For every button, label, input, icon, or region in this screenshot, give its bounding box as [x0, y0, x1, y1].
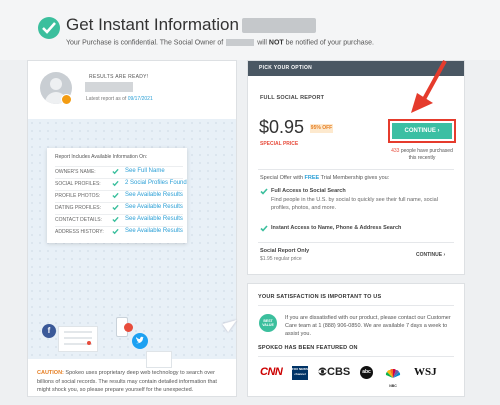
check-icon: [112, 180, 119, 187]
fox-news-logo: FOX NEWS channel: [292, 366, 308, 380]
wsj-logo: WSJ: [414, 366, 437, 378]
lock-icon: [61, 94, 72, 105]
alt-continue-link[interactable]: CONTINUE ›: [416, 252, 445, 258]
report-row-value[interactable]: See Available Results: [125, 192, 183, 198]
check-icon: [112, 204, 119, 211]
redacted-profile-name: [85, 82, 133, 92]
plan-price: $0.95: [259, 117, 305, 137]
redacted-owner: [226, 39, 255, 46]
alt-plan-name: Social Report Only: [260, 248, 310, 254]
purchase-count: 433 people have purchased this recently: [391, 148, 453, 161]
report-row-label: PROFILE PHOTOS:: [55, 193, 101, 199]
report-row-value[interactable]: See Available Results: [125, 204, 183, 210]
document-icon: [58, 326, 98, 352]
results-ready-label: RESULTS ARE READY!: [89, 74, 149, 80]
report-row-label: OWNER'S NAME:: [55, 169, 96, 175]
report-date: Latest report as of 09/17/2021: [86, 96, 153, 102]
check-icon: [112, 228, 119, 235]
discount-badge: 95% OFF: [310, 124, 333, 133]
page-title: Get Instant Information on: [66, 15, 263, 34]
report-row: DATING PROFILES: See Available Results: [55, 202, 183, 211]
featured-title: SPOKEO HAS BEEN FEATURED ON: [258, 345, 358, 351]
pricing-card: PICK YOUR OPTION FULL SOCIAL REPORT $0.9…: [247, 60, 465, 275]
results-card: RESULTS ARE READY! Latest report as of 0…: [27, 60, 240, 397]
check-icon: [260, 225, 268, 232]
report-row-value[interactable]: 2 Social Profiles Found: [125, 180, 187, 186]
chevron-right-icon: ›: [443, 252, 446, 258]
heart-icon: [124, 323, 133, 332]
location-pin-icon: [87, 341, 91, 345]
nbc-logo: NBC: [385, 366, 401, 388]
facebook-icon: f: [42, 324, 56, 338]
check-icon: [112, 192, 119, 199]
chevron-right-icon: ›: [437, 128, 440, 134]
success-check-icon: [38, 17, 60, 39]
satisfaction-title: YOUR SATISFACTION IS IMPORTANT TO US: [258, 294, 382, 300]
continue-button[interactable]: CONTINUE ›: [392, 123, 452, 139]
check-icon: [112, 216, 119, 223]
report-row-value[interactable]: See Available Results: [125, 216, 183, 222]
plan-name: FULL SOCIAL REPORT: [260, 95, 325, 101]
check-icon: [260, 188, 268, 195]
alt-plan-price: $1.95 regular price: [260, 256, 302, 262]
report-row-label: SOCIAL PROFILES:: [55, 181, 101, 187]
envelope-icon: [146, 351, 172, 368]
report-row-value[interactable]: See Available Results: [125, 228, 183, 234]
report-row: SOCIAL PROFILES: 2 Social Profiles Found: [55, 178, 187, 187]
satisfaction-text: If you are dissatisfied with our product…: [285, 315, 451, 337]
report-row: PROFILE PHOTOS: See Available Results: [55, 190, 183, 199]
page-header: Get Instant Information on Your Purchase…: [0, 0, 500, 60]
report-row-value[interactable]: See Full Name: [125, 168, 165, 174]
report-row: OWNER'S NAME: See Full Name: [55, 166, 183, 175]
abc-logo: abc: [360, 366, 373, 379]
redacted-name: [242, 18, 316, 33]
report-row: ADDRESS HISTORY: See Available Results: [55, 226, 183, 235]
continue-highlight: CONTINUE ›: [388, 119, 456, 143]
caution-note: CAUTION: Spokeo uses proprietary deep we…: [37, 370, 217, 393]
cbs-logo: CBS: [318, 366, 350, 380]
report-summary-title: Report Includes Available Information On…: [55, 154, 148, 160]
best-value-badge: BEST VALUE: [259, 314, 277, 332]
report-row: CONTACT DETAILS: See Available Results: [55, 214, 183, 223]
check-icon: [112, 168, 119, 175]
twitter-icon: [132, 333, 148, 349]
report-summary: Report Includes Available Information On…: [47, 148, 187, 243]
red-arrow-annotation: [411, 60, 447, 113]
cnn-logo: CNN: [260, 366, 283, 378]
special-offer-text: Special Offer with FREE Trial Membership…: [260, 175, 390, 181]
report-row-label: DATING PROFILES:: [55, 205, 102, 211]
page-subtitle: Your Purchase is confidential. The Socia…: [66, 39, 374, 47]
satisfaction-card: YOUR SATISFACTION IS IMPORTANT TO US BES…: [247, 283, 465, 397]
report-row-label: ADDRESS HISTORY:: [55, 229, 104, 235]
special-price-label: SPECIAL PRICE: [260, 141, 299, 147]
report-row-label: CONTACT DETAILS:: [55, 217, 102, 223]
